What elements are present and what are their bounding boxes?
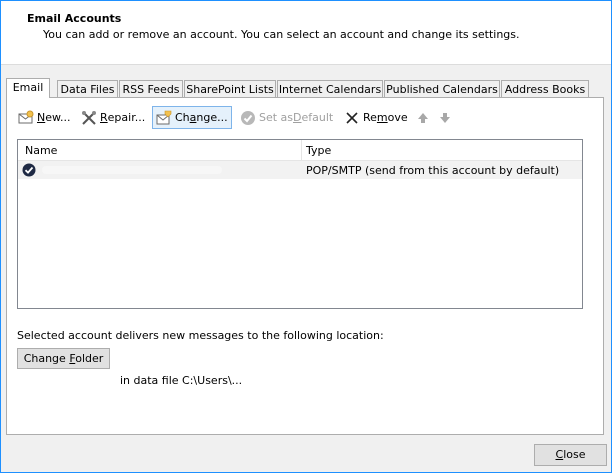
change-account-button[interactable]: Ch a nge... (152, 106, 232, 129)
set-default-label-key: D (293, 111, 302, 124)
account-row[interactable]: POP/SMTP (send from this account by defa… (18, 161, 582, 179)
remove-label-key: m (376, 111, 388, 124)
delivery-location-label: Selected account delivers new messages t… (17, 329, 384, 342)
checkmark-circle-icon (241, 111, 255, 125)
remove-x-icon (346, 112, 358, 124)
repair-label-key: R (100, 111, 108, 124)
column-divider[interactable] (301, 140, 302, 160)
change-folder-button[interactable]: Change Folder (17, 348, 110, 369)
tab-sharepoint-lists[interactable]: SharePoint Lists (184, 80, 276, 97)
remove-account-button[interactable]: Re m ove (341, 107, 411, 129)
tab-address-books[interactable]: Address Books (501, 80, 589, 97)
account-name-redacted (42, 166, 222, 174)
dialog-title: Email Accounts (27, 12, 122, 25)
account-list[interactable]: Name Type POP/SMTP (send from this accou… (17, 139, 583, 309)
repair-tools-icon (82, 111, 96, 125)
tab-rss-feeds[interactable]: RSS Feeds (119, 80, 183, 97)
arrow-up-icon (418, 113, 428, 123)
close-label-post: lose (563, 448, 586, 461)
dialog-subtitle: You can add or remove an account. You ca… (43, 28, 520, 41)
remove-label-pre: Re (363, 111, 377, 124)
tab-data-files[interactable]: Data Files (57, 80, 118, 97)
tab-published-calendars[interactable]: Published Calendars (384, 80, 500, 97)
set-default-label-post: efault (301, 111, 334, 124)
change-folder-label-pre: Change (23, 352, 70, 365)
change-settings-icon (156, 110, 172, 124)
change-label-pre: Ch (175, 110, 190, 124)
remove-label-post: ove (387, 111, 408, 124)
close-button[interactable]: Close (534, 444, 607, 466)
email-tab-panel: New... Repair... Ch a nge... Set as D ef… (6, 97, 604, 435)
column-header-type[interactable]: Type (306, 144, 331, 157)
change-label-post: nge... (196, 110, 228, 124)
repair-label-post: epair... (107, 111, 146, 124)
new-label-post: ew... (45, 111, 71, 124)
new-mail-icon (18, 110, 34, 124)
data-file-path: in data file C:\Users\... (120, 374, 243, 387)
set-default-label-pre: Set as (259, 111, 294, 124)
repair-account-button[interactable]: Repair... (78, 107, 148, 129)
tab-email[interactable]: Email (6, 78, 50, 98)
dialog-header: Email Accounts You can add or remove an … (1, 1, 611, 65)
set-default-button[interactable]: Set as Default (237, 107, 336, 129)
email-accounts-dialog: Email Accounts You can add or remove an … (0, 0, 612, 473)
new-label-key: N (37, 111, 46, 124)
change-label-key: a (189, 110, 197, 124)
account-type: POP/SMTP (send from this account by defa… (306, 164, 560, 177)
move-down-button[interactable] (434, 107, 459, 129)
arrow-down-icon (440, 113, 450, 123)
column-header-name[interactable]: Name (25, 144, 57, 157)
new-account-button[interactable]: New... (15, 107, 73, 129)
change-folder-label-post: older (75, 352, 104, 365)
account-list-header: Name Type (18, 140, 582, 161)
default-account-check-icon (22, 163, 36, 177)
tab-internet-calendars[interactable]: Internet Calendars (277, 80, 383, 97)
